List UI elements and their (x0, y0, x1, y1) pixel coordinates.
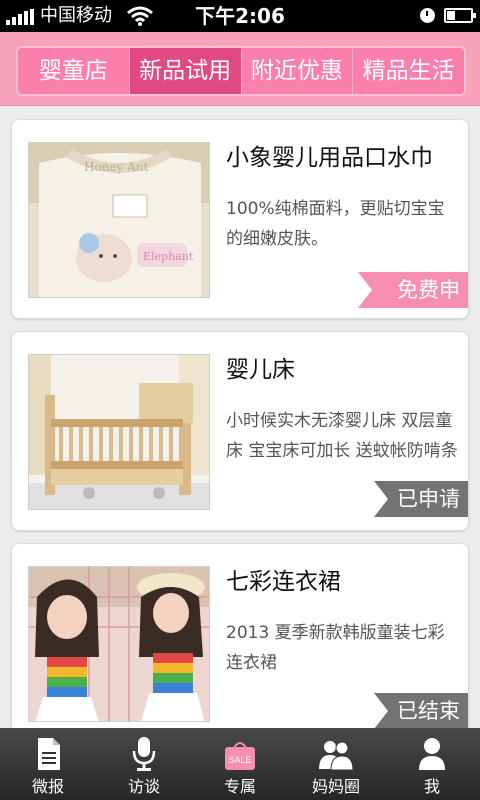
person-icon (419, 738, 445, 770)
product-card-bib[interactable]: Honey Ant Elephant 小象婴儿用品口水巾 100%纯棉面料，更贴… (11, 119, 469, 319)
applied-status-button[interactable]: 已申请 (374, 481, 468, 517)
svg-text:Honey Ant: Honey Ant (84, 160, 149, 174)
tab-baby-store[interactable]: 婴童店 (18, 48, 129, 94)
nav-item-me[interactable]: 我 (384, 728, 480, 800)
document-icon (38, 738, 60, 770)
product-title: 七彩连衣裙 (226, 569, 341, 595)
battery-icon (444, 8, 476, 23)
product-image-bib: Honey Ant Elephant (28, 142, 210, 298)
bottom-nav: 微报 访谈 SALE 专属 妈妈圈 我 (0, 728, 480, 800)
nav-label: 妈妈圈 (311, 777, 360, 796)
product-card-crib[interactable]: 婴儿床 小时候实木无漆婴儿床 双层童床 宝宝床可加长 送蚊帐防啃条 已申请 (11, 331, 469, 531)
nav-label: 专属 (223, 777, 256, 796)
microphone-icon (132, 737, 156, 771)
tab-bar: 婴童店 新品试用 附近优惠 精品生活 (16, 46, 466, 96)
tab-new-product-trial[interactable]: 新品试用 (128, 48, 241, 94)
clock-time: 下午2:06 (195, 4, 285, 28)
nav-item-moms-circle[interactable]: 妈妈圈 (288, 728, 384, 800)
product-description: 2013 夏季新款韩版童装七彩连衣裙 (226, 623, 445, 673)
status-bar: 中国移动 下午2:06 (0, 0, 480, 32)
tab-quality-life[interactable]: 精品生活 (352, 48, 464, 94)
product-description: 小时候实木无漆婴儿床 双层童床 宝宝床可加长 送蚊帐防啃条 (226, 411, 458, 461)
product-title: 小象婴儿用品口水巾 (226, 145, 433, 171)
sale-bag-icon: SALE (225, 742, 255, 770)
product-title: 婴儿床 (226, 357, 295, 383)
group-icon (319, 741, 354, 771)
apply-free-button[interactable]: 免费申请 (358, 272, 468, 318)
nav-label: 我 (423, 777, 440, 796)
nav-item-interview[interactable]: 访谈 (96, 728, 192, 800)
ended-status-button[interactable]: 已结束 (374, 693, 468, 729)
product-image-crib (28, 354, 210, 510)
tab-nearby-deals[interactable]: 附近优惠 (240, 48, 353, 94)
product-image-dress (28, 566, 210, 722)
nav-item-exclusive[interactable]: SALE 专属 (192, 728, 288, 800)
nav-label: 微报 (31, 777, 64, 796)
nav-item-news[interactable]: 微报 (0, 728, 96, 800)
alarm-clock-icon (420, 8, 435, 23)
sale-badge: SALE (228, 755, 251, 765)
product-description: 100%纯棉面料，更贴切宝宝的细嫩皮肤。 (226, 199, 445, 249)
nav-label: 访谈 (127, 777, 160, 796)
top-tab-header: 婴童店 新品试用 附近优惠 精品生活 (0, 32, 480, 106)
svg-text:Elephant: Elephant (143, 250, 194, 263)
product-card-dress[interactable]: 七彩连衣裙 2013 夏季新款韩版童装七彩连衣裙 已结束 (11, 543, 469, 743)
